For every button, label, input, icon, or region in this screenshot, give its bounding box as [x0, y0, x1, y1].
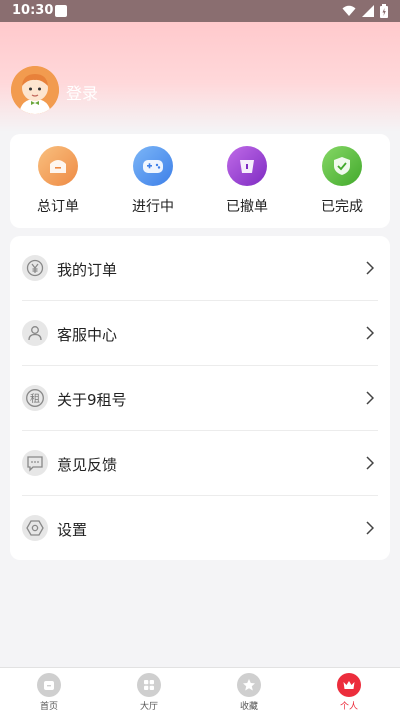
chevron-right-icon [366, 391, 374, 405]
menu-item-my-orders[interactable]: 我的订单 [10, 236, 390, 301]
star-icon [237, 673, 261, 697]
tab-home[interactable]: 首页 [19, 673, 79, 712]
system-icons [342, 4, 388, 18]
menu-item-label: 关于9租号 [57, 391, 127, 409]
cup-icon [227, 146, 267, 186]
order-summary-card: 总订单 进行中 已撤单 已完成 [10, 134, 390, 228]
tab-label: 收藏 [239, 702, 258, 712]
profile-header [0, 22, 400, 132]
crown-icon [337, 673, 361, 697]
menu-card: 我的订单 客服中心 租 关于9租号 意见反馈 设置 [10, 236, 390, 560]
person-icon [22, 320, 48, 346]
menu-item-customer-service[interactable]: 客服中心 [10, 301, 390, 366]
shield-check-icon [322, 146, 362, 186]
chevron-right-icon [366, 261, 374, 275]
chevron-right-icon [366, 326, 374, 340]
rent-icon: 租 [22, 385, 48, 411]
settings-icon [22, 515, 48, 541]
chevron-right-icon [366, 456, 374, 470]
avatar[interactable] [11, 66, 59, 114]
menu-item-label: 客服中心 [57, 326, 118, 344]
menu-item-settings[interactable]: 设置 [10, 496, 390, 561]
menu-item-label: 我的订单 [57, 261, 118, 279]
status-bar: 10:30 [0, 0, 400, 22]
menu-item-label: 意见反馈 [57, 456, 118, 474]
bottom-tab-bar: 首页 大厅 收藏 个人 [0, 667, 400, 712]
quick-action-label: 总订单 [37, 199, 79, 215]
menu-item-feedback[interactable]: 意见反馈 [10, 431, 390, 496]
quick-action-label: 已撤单 [226, 199, 268, 215]
home-icon [37, 673, 61, 697]
wifi-icon [342, 5, 356, 16]
quick-action-in-progress[interactable]: 进行中 [113, 146, 193, 216]
login-link[interactable]: 登录 [66, 80, 98, 104]
battery-icon [380, 4, 388, 18]
yen-icon [22, 255, 48, 281]
quick-action-label: 已完成 [321, 199, 363, 215]
tab-profile[interactable]: 个人 [319, 673, 379, 712]
chevron-right-icon [366, 521, 374, 535]
menu-item-label: 设置 [57, 521, 88, 539]
quick-action-cancelled[interactable]: 已撤单 [207, 146, 287, 216]
tab-favorites[interactable]: 收藏 [219, 673, 279, 712]
signal-icon [362, 5, 374, 17]
tab-hall[interactable]: 大厅 [119, 673, 179, 712]
status-time: 10:30 [12, 3, 54, 18]
menu-item-about[interactable]: 租 关于9租号 [10, 366, 390, 431]
package-icon [38, 146, 78, 186]
tab-label: 首页 [39, 702, 58, 712]
gamepad-icon [133, 146, 173, 186]
avatar-illustration [11, 66, 59, 114]
quick-action-label: 进行中 [132, 199, 174, 215]
quick-action-completed[interactable]: 已完成 [302, 146, 382, 216]
grid-icon [137, 673, 161, 697]
notification-icon [55, 5, 67, 17]
tab-label: 个人 [339, 702, 358, 712]
tab-label: 大厅 [139, 702, 158, 712]
quick-action-total-orders[interactable]: 总订单 [18, 146, 98, 216]
rent-glyph: 租 [30, 392, 40, 405]
message-icon [22, 450, 48, 476]
